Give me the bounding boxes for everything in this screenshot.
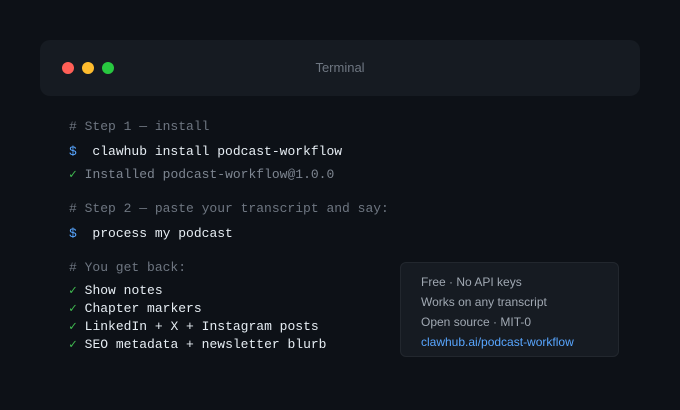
check-icon: ✓ [69,337,77,352]
result-item-label: Chapter markers [84,301,202,316]
result-item: ✓ SEO metadata + newsletter blurb [69,337,326,352]
result-item: ✓ LinkedIn + X + Instagram posts [69,319,319,334]
step1-comment: # Step 1 — install [69,119,210,134]
check-icon: ✓ [69,319,77,334]
window-titlebar: Terminal [40,40,640,96]
check-icon: ✓ [69,301,77,316]
step2-comment: # Step 2 — paste your transcript and say… [69,201,389,216]
pricing-text: Free · No API keys [421,275,522,289]
prompt-symbol: $ [69,144,77,159]
result-comment: # You get back: [69,260,187,275]
process-command-line: $ process my podcast [69,226,233,241]
install-output: Installed podcast-workflow@1.0.0 [84,167,335,182]
compatibility-text: Works on any transcript [421,295,547,309]
check-icon: ✓ [69,167,77,182]
result-item-label: SEO metadata + newsletter blurb [84,337,327,352]
result-item: ✓ Chapter markers [69,301,202,316]
window-title: Terminal [315,60,365,75]
install-command-line: $ clawhub install podcast-workflow [69,144,342,159]
license-text: Open source · MIT-0 [421,315,532,329]
result-item-label: Show notes [84,283,163,298]
check-icon: ✓ [69,283,77,298]
prompt-symbol: $ [69,226,77,241]
install-command: clawhub install podcast-workflow [92,144,343,159]
install-output-line: ✓ Installed podcast-workflow@1.0.0 [69,167,334,182]
result-item: ✓ Show notes [69,283,163,298]
project-link[interactable]: clawhub.ai/podcast-workflow [421,335,574,349]
info-card: Free · No API keys Works on any transcri… [400,262,619,357]
result-item-label: LinkedIn + X + Instagram posts [84,319,319,334]
process-command: process my podcast [92,226,233,241]
